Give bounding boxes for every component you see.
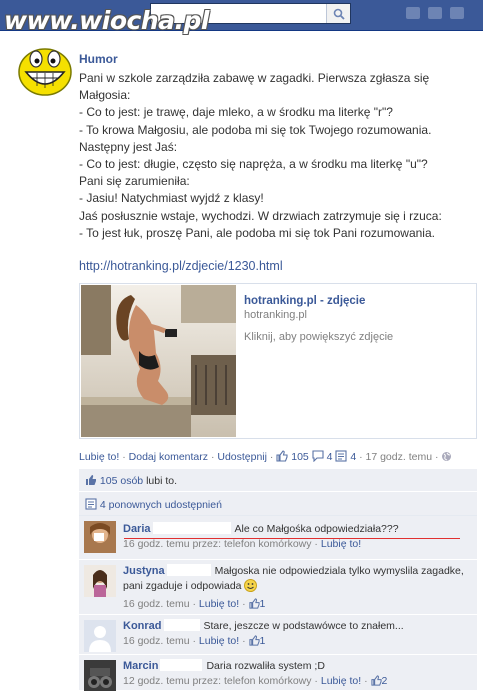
post-line: Następny jest Jaś: [79,139,178,154]
comment-time[interactable]: 16 godz. temu [123,598,190,610]
post-line: - Co to jest: je trawę, daje mleko, a w … [79,105,393,120]
post-line: - To krowa Małgosiu, ale podoba mi się t… [79,122,432,137]
link-attachment[interactable]: hotranking.pl - zdjęcie hotranking.pl Kl… [79,283,477,439]
comment-like-link[interactable]: Lubię to! [199,598,239,610]
like-thumb-icon[interactable] [248,598,260,614]
comment-author[interactable]: Marcin [123,660,158,672]
redacted-surname [163,619,200,631]
comment-text: Stare, jeszcze w podstawówce to znałem..… [203,620,404,632]
shares-link[interactable]: 4 ponownych udostępnień [100,499,222,511]
search-icon [333,8,345,20]
comment-time[interactable]: 16 godz. temu [123,635,190,647]
messages-icon[interactable] [428,7,442,19]
share-icon [335,450,347,465]
comment-author[interactable]: Daria [123,523,151,535]
avatar[interactable] [84,565,116,597]
separator: · [434,451,439,463]
like-thumb-icon[interactable] [370,675,382,691]
comment-author[interactable]: Justyna [123,565,165,577]
attachment-description: Kliknij, aby powiększyć zdjęcie [244,331,394,343]
comment-time[interactable]: 16 godz. temu przez: telefon komórkowy [123,538,312,550]
comment-like-count[interactable]: 1 [260,635,266,647]
friend-requests-icon[interactable] [406,7,420,19]
post-line: Pani się zarumieniła: [79,174,190,189]
watermark: www.wiocha.pl [4,6,209,35]
smiley-icon [244,579,258,597]
post-time[interactable]: 17 godz. temu [366,451,433,463]
avatar[interactable] [84,620,116,652]
comment-count[interactable]: 4 [327,451,333,463]
notifications-icon[interactable] [450,7,464,19]
like-thumb-icon[interactable] [248,635,260,651]
like-count[interactable]: 105 [291,451,309,463]
comment-item: Marcin Daria rozwaliła system ;D 12 godz.… [79,655,477,691]
avatar[interactable] [84,660,116,691]
post-message: Pani w szkole zarządziła zabawę w zagadk… [79,70,479,242]
comment-like-count[interactable]: 2 [382,675,388,687]
comment-text: Ale co Małgośka odpowiedziała??? [234,523,399,535]
separator: · [359,451,363,463]
like-link[interactable]: Lubię to! [79,451,119,463]
shares-row: 4 ponownych udostępnień [79,492,477,516]
separator: · [210,451,215,463]
post-link[interactable]: http://hotranking.pl/zdjecie/1230.html [79,259,283,273]
search-button[interactable] [326,4,350,23]
post-line: - Jasiu! Natychmiast wyjdź z klasy! [79,191,264,206]
redacted-surname [152,522,231,534]
likes-suffix: lubi to. [146,475,177,487]
comment-like-count[interactable]: 1 [260,598,266,610]
comment-link[interactable]: Dodaj komentarz [129,451,208,463]
redacted-surname [160,659,203,671]
likes-row: 105 osób lubi to. [79,469,477,492]
post-line: - Co to jest: długie, często się napręża… [79,157,428,172]
post-actions: Lubię to! · Dodaj komentarz · Udostępnij… [79,450,483,465]
top-nav-icons [406,7,483,23]
comment-item: Justyna Małgoska nie odpowiedziala tylko … [79,560,477,615]
separator: · [122,451,126,463]
comment-icon [312,450,324,465]
post-line: - To jest łuk, proszę Pani, ale podoba m… [79,225,435,240]
grinning-face-icon [18,48,72,96]
post-author[interactable]: Humor [79,52,118,66]
like-thumb-icon [85,474,97,489]
comment-author[interactable]: Konrad [123,620,162,632]
highlight-underline [124,538,460,539]
share-icon [85,498,97,513]
post-line: Małgosia: [79,88,131,103]
globe-icon [441,451,452,465]
post-line: Jaś posłusznie wstaje, wychodzi. W drzwi… [79,208,442,223]
comment-like-link[interactable]: Lubię to! [321,538,361,550]
comment-like-link[interactable]: Lubię to! [321,675,361,687]
separator: · [269,451,274,463]
comment-item: Konrad Stare, jeszcze w podstawówce to zn… [79,615,477,655]
post-line: Pani w szkole zarządziła zabawę w zagadk… [79,71,430,85]
comment-like-link[interactable]: Lubię to! [199,635,239,647]
avatar[interactable] [84,521,116,553]
like-thumb-icon [276,450,288,465]
attachment-thumbnail[interactable] [81,285,236,437]
comment-text: Daria rozwaliła system ;D [206,660,325,672]
share-link[interactable]: Udostępnij [217,451,267,463]
comment-time[interactable]: 12 godz. temu przez: telefon komórkowy [123,675,312,687]
page-avatar[interactable] [17,42,73,98]
share-count[interactable]: 4 [350,451,356,463]
attachment-host: hotranking.pl [244,309,307,321]
attachment-title[interactable]: hotranking.pl - zdjęcie [244,295,365,307]
likes-count-link[interactable]: 105 osób [100,475,143,487]
redacted-surname [166,564,211,576]
